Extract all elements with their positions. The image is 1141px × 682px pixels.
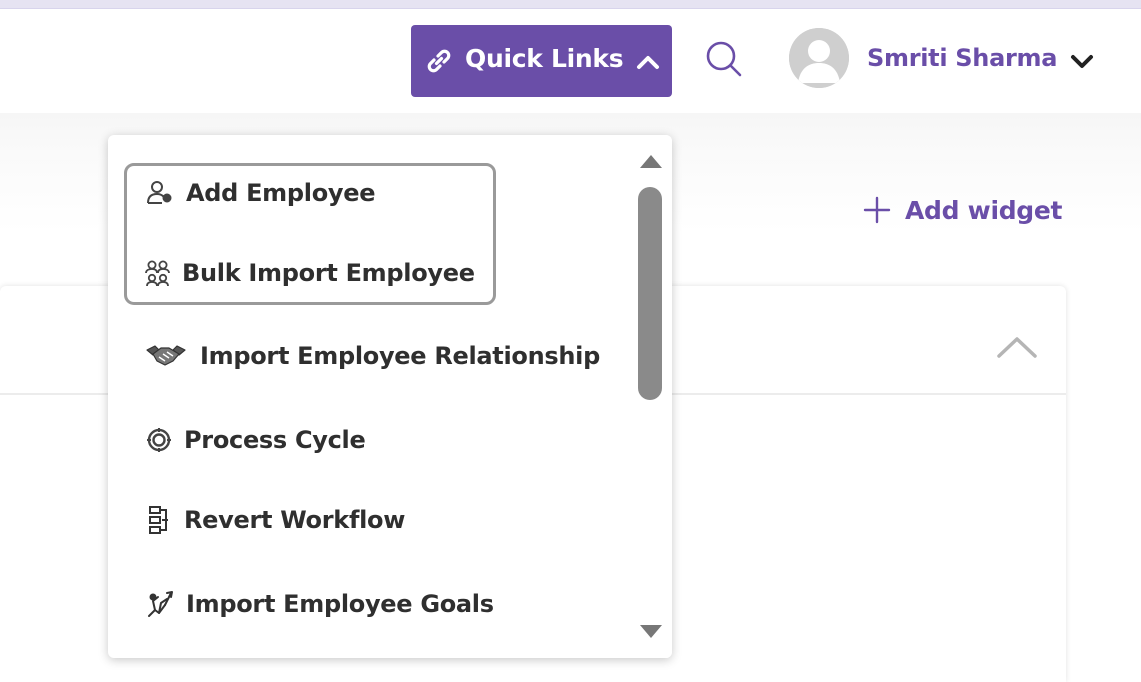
user-name[interactable]: Smriti Sharma xyxy=(867,44,1057,72)
menu-item-label: Bulk Import Employee xyxy=(182,259,475,287)
chevron-up-icon[interactable] xyxy=(996,334,1038,360)
quick-links-button[interactable]: Quick Links xyxy=(411,25,672,97)
menu-item-add-employee[interactable]: Add Employee xyxy=(144,173,375,213)
cycle-icon xyxy=(144,424,174,456)
scrollbar-thumb[interactable] xyxy=(638,187,662,400)
menu-item-label: Process Cycle xyxy=(184,426,366,454)
menu-item-process-cycle[interactable]: Process Cycle xyxy=(144,420,366,460)
quick-links-label: Quick Links xyxy=(465,44,624,73)
menu-item-label: Add Employee xyxy=(186,179,376,207)
avatar[interactable] xyxy=(789,28,849,88)
link-icon xyxy=(427,49,451,73)
plus-icon xyxy=(863,196,891,224)
add-widget-button[interactable]: Add widget xyxy=(863,192,1063,228)
menu-item-label: Import Employee Goals xyxy=(186,590,494,618)
users-group-icon xyxy=(144,257,172,289)
workflow-icon xyxy=(144,504,174,536)
quick-links-dropdown: Add Employee Bulk Import Employee Import… xyxy=(108,135,672,658)
menu-item-bulk-import-employee[interactable]: Bulk Import Employee xyxy=(144,253,475,293)
chevron-up-icon xyxy=(637,56,659,69)
user-add-icon xyxy=(144,177,176,209)
menu-item-revert-workflow[interactable]: Revert Workflow xyxy=(144,500,405,540)
user-silhouette-icon xyxy=(789,28,849,88)
chevron-down-icon[interactable] xyxy=(1068,52,1096,72)
scroll-down-arrow-icon[interactable] xyxy=(638,624,664,640)
top-accent-bar xyxy=(0,0,1141,9)
scroll-up-arrow-icon[interactable] xyxy=(638,153,664,169)
menu-item-label: Import Employee Relationship xyxy=(200,342,600,370)
menu-item-label: Revert Workflow xyxy=(184,506,406,534)
menu-item-import-employee-goals[interactable]: Import Employee Goals xyxy=(144,584,494,624)
menu-item-import-employee-relationship[interactable]: Import Employee Relationship xyxy=(144,336,600,376)
search-icon[interactable] xyxy=(704,39,744,79)
handshake-icon xyxy=(144,340,188,372)
add-widget-label: Add widget xyxy=(905,195,1063,225)
goals-icon xyxy=(144,588,176,620)
